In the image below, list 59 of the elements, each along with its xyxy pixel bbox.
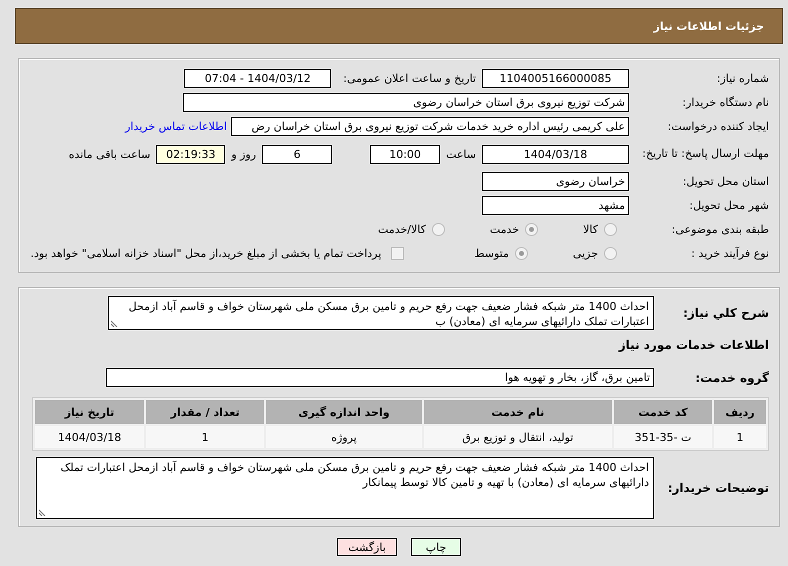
option-label: متوسط [474,247,509,260]
print-button[interactable]: چاپ [411,538,461,556]
deadline-time-field: 10:00 [370,144,440,164]
table-cell: 1404/03/18 [35,426,144,448]
field-label: شهر محل تحویل: [688,199,769,212]
description-text: احداث 1400 متر شبکه فشار ضعیف جهت رفع حریم و تامین برق مسکن ملی شهرستان خواف و قاسم آباد ازمحل اعتبارات تملک دارائیهای سرمایه ای (معادن) ب [128,300,649,328]
table-cell: پروژه [266,426,422,448]
city-field: مشهد [482,196,629,215]
days-field: 6 [262,144,332,164]
column-header: ردیف [714,400,766,424]
option-label: کالا/خدمت [378,223,426,236]
option-label: جزیی [572,247,598,260]
field-label: ساعت [446,148,476,160]
need-number-field: 1104005166000085 [482,69,629,88]
table-cell: ت -35-351 [614,426,712,448]
field-label: توضیحات خریدار: [666,481,769,495]
radio-button[interactable] [604,223,617,236]
page-title: جزئیات اطلاعات نیاز [654,20,764,32]
field-label: ایجاد کننده درخواست: [666,120,769,133]
table-cell: 1 [146,426,264,448]
field-label: ساعت باقی مانده [68,148,150,160]
radio-button[interactable] [432,223,445,236]
checkbox[interactable] [391,247,404,260]
table-cell: 1 [714,426,766,448]
field-label: روز و [231,148,256,160]
column-header: واحد اندازه گیری [266,400,422,424]
service-group-field: تامین برق، گاز، بخار و تهویه هوا [106,368,654,387]
radio-button[interactable] [514,247,528,260]
column-header: کد خدمت [614,400,712,424]
contact-link[interactable]: اطلاعات تماس خریدار [125,120,227,133]
field-label: تاریخ و ساعت اعلان عمومی: [343,72,476,85]
back-button[interactable]: بازگشت [337,538,397,556]
field-label: گروه خدمت: [694,370,769,384]
deadline-date-field: 1404/03/18 [482,144,629,164]
requester-field: علی کریمی رئیس اداره خرید خدمات شرکت توزیع نیروی برق استان خراسان رض [231,117,629,136]
column-header: تعداد / مقدار [146,400,264,424]
notes-text: احداث 1400 متر شبکه فشار ضعیف جهت رفع حریم و تامین برق مسکن ملی شهرستان خواف و قاسم آباد ازمحل اعتبارات تملک دارائیهای سرمایه ای (معادن) با تهیه و تامین کالا توسط پیمانکار [60,461,649,489]
section-title: اطلاعات خدمات مورد نیاز [617,338,769,352]
option-label: خدمت [490,223,520,236]
announce-date-field: 1404/03/12 - 07:04 [184,69,332,88]
province-field: خراسان رضوی [482,172,629,191]
remaining-time-field: 02:19:33 [156,144,226,164]
field-label: مهلت ارسال پاسخ: تا تاریخ: [641,147,769,161]
resize-grip-icon[interactable] [39,509,46,516]
resize-grip-icon[interactable] [111,320,118,327]
radio-button[interactable] [604,247,617,260]
field-label: شرح کلي نياز: [682,306,769,320]
field-label: استان محل تحویل: [682,175,769,188]
option-label: کالا [583,223,598,236]
table-cell: تولید، انتقال و توزیع برق [424,426,612,448]
radio-button[interactable] [525,223,538,236]
column-header: نام خدمت [424,400,612,424]
payment-note: پرداخت تمام یا بخشی از مبلغ خرید،از محل "اسناد خزانه اسلامی" خواهد بود. [30,247,382,260]
field-label: نوع فرآیند خرید : [690,247,769,260]
column-header: تاریخ نیاز [35,400,144,424]
field-label: نام دستگاه خریدار: [681,96,769,109]
buyer-org-field: شرکت توزیع نیروی برق استان خراسان رضوی [183,93,629,112]
field-label: طبقه بندی موضوعی: [670,223,769,236]
field-label: شماره نیاز: [716,72,769,85]
